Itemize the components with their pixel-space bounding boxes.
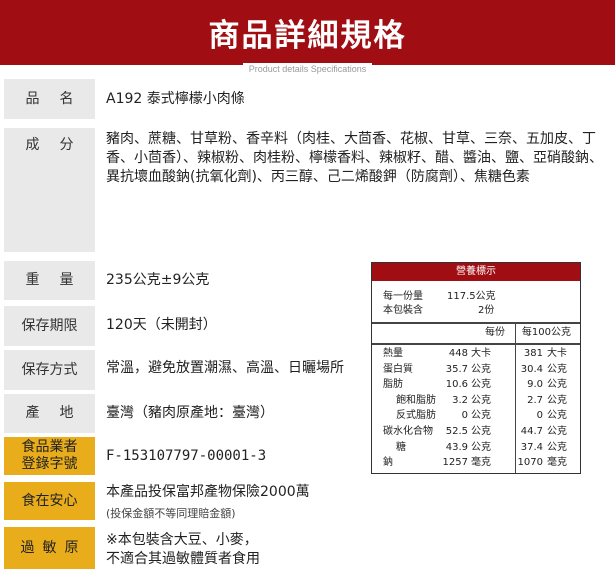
per-100g-value: 44.7 bbox=[520, 426, 543, 437]
per-100g-value: 9.0 bbox=[527, 379, 543, 391]
weight-label: 重量 bbox=[4, 261, 95, 300]
serving-size-value: 117.5公克 bbox=[447, 291, 496, 302]
servings-value: 2份 bbox=[478, 305, 495, 316]
shelf-life-label: 保存期限 bbox=[4, 306, 95, 346]
serving-size-label: 每一份量 bbox=[383, 291, 423, 302]
per-serving-unit: 公克 bbox=[471, 379, 491, 391]
per-100g-unit: 大卡 bbox=[547, 348, 567, 359]
nutrition-facts-panel: 營養標示 每一份量 117.5公克 本包裝含 2份 每份 每100公克 熱量 44… bbox=[371, 262, 581, 474]
per-100g-unit: 毫克 bbox=[547, 457, 567, 469]
ingredients-label-text: 成分 bbox=[25, 137, 94, 153]
allergen-line: ※本包裝含大豆、小麥， bbox=[106, 532, 258, 548]
allergen-label: 過敏原 bbox=[4, 527, 95, 569]
nutrition-row: 蛋白質 35.7 公克 30.4 公克 bbox=[372, 363, 580, 376]
name-label-text: 品名 bbox=[25, 90, 94, 107]
per-serving-value: 0 bbox=[461, 410, 468, 422]
nutrient-name: 飽和脂肪 bbox=[396, 394, 436, 406]
nutrient-name: 糖 bbox=[396, 441, 406, 453]
name-label: 品名 bbox=[4, 79, 95, 119]
allergen-line: 不適合其過敏體質者食用 bbox=[106, 551, 260, 567]
nutrient-name: 脂肪 bbox=[383, 379, 403, 391]
ingredients-label: 成分 bbox=[4, 128, 95, 252]
insurance-text: 本產品投保富邦產物保險2000萬 (投保金額不等同理賠金額) bbox=[106, 483, 310, 523]
page-title: 商品詳細規格 bbox=[208, 18, 407, 54]
insurance-note: (投保金額不等同理賠金額) bbox=[106, 507, 236, 520]
storage-value: 常溫，避免放置潮濕、高溫、日曬場所 bbox=[106, 360, 344, 376]
nutrition-row: 糖 43.9 公克 37.4 公克 bbox=[372, 441, 580, 454]
ingredients-line: 豬肉、蔗糖、甘草粉、香辛料（肉桂、大茴香、花椒、甘草、三奈、五加皮、丁 bbox=[106, 131, 596, 147]
nutrition-row: 反式脂肪 0 公克 0 公克 bbox=[372, 409, 580, 422]
nutrition-divider bbox=[372, 322, 580, 324]
per-100g-value: 2.7 bbox=[527, 394, 543, 406]
origin-label: 產地 bbox=[4, 394, 95, 433]
per-100g-value: 0 bbox=[536, 410, 543, 422]
registration-label-line: 登錄字號 bbox=[21, 456, 78, 472]
per-serving-value: 10.6 bbox=[445, 379, 468, 391]
per-100g-value: 1070 bbox=[517, 457, 543, 469]
nutrition-row: 鈉 1257 毫克 1070 毫克 bbox=[372, 456, 580, 469]
per-serving-unit: 公克 bbox=[471, 426, 491, 437]
nutrition-column-header: 每份 每100公克 bbox=[372, 326, 580, 339]
header-banner: 商品詳細規格 bbox=[0, 0, 615, 62]
header-subtitle-wrap: Product details Specifications bbox=[0, 57, 615, 76]
nutrient-name: 鈉 bbox=[383, 457, 393, 469]
origin-value: 臺灣（豬肉原產地：臺灣） bbox=[106, 405, 274, 421]
per-100g-value: 381 bbox=[523, 348, 543, 359]
per-100g-value: 30.4 bbox=[520, 363, 543, 375]
nutrient-name: 熱量 bbox=[383, 348, 403, 359]
nutrition-row: 熱量 448 大卡 381 大卡 bbox=[372, 347, 580, 360]
ingredients-line: 香、小茴香）、辣椒粉、肉桂粉、檸檬香料、辣椒籽、醋、醬油、鹽、亞硝酸鈉、 bbox=[106, 150, 603, 166]
insurance-value: 本產品投保富邦產物保險2000萬 bbox=[106, 484, 310, 500]
weight-value: 235公克±9公克 bbox=[106, 272, 210, 288]
per-serving-value: 52.5 bbox=[445, 426, 468, 437]
nutrition-row: 飽和脂肪 3.2 公克 2.7 公克 bbox=[372, 394, 580, 407]
per-serving-value: 43.9 bbox=[445, 441, 468, 453]
serving-size-row: 每一份量 117.5公克 bbox=[372, 290, 580, 303]
shelf-life-value: 120天（未開封） bbox=[106, 317, 217, 333]
nutrition-row: 碳水化合物 52.5 公克 44.7 公克 bbox=[372, 425, 580, 438]
per-serving-value: 1257 bbox=[442, 457, 468, 469]
per-serving-unit: 公克 bbox=[471, 441, 491, 453]
per-serving-unit: 公克 bbox=[471, 363, 491, 375]
nutrient-name: 反式脂肪 bbox=[396, 410, 436, 422]
col-per-serving: 每份 bbox=[485, 327, 505, 338]
nutrient-name: 蛋白質 bbox=[383, 363, 413, 375]
insurance-label: 食在安心 bbox=[4, 482, 95, 520]
registration-label-line: 食品業者 bbox=[21, 439, 78, 455]
nutrition-row: 脂肪 10.6 公克 9.0 公克 bbox=[372, 378, 580, 391]
per-100g-unit: 公克 bbox=[547, 379, 567, 391]
per-100g-unit: 公克 bbox=[547, 426, 567, 437]
servings-row: 本包裝含 2份 bbox=[372, 304, 580, 317]
per-100g-unit: 公克 bbox=[547, 394, 567, 406]
allergen-text: ※本包裝含大豆、小麥， 不適合其過敏體質者食用 bbox=[106, 531, 260, 569]
nutrition-header-divider bbox=[515, 322, 516, 343]
per-100g-unit: 公克 bbox=[547, 410, 567, 422]
page-subtitle: Product details Specifications bbox=[242, 63, 373, 75]
per-serving-value: 35.7 bbox=[445, 363, 468, 375]
weight-label-text: 重量 bbox=[25, 272, 94, 288]
registration-number: F-153107797-00001-3 bbox=[106, 448, 267, 464]
per-100g-value: 37.4 bbox=[520, 441, 543, 453]
nutrition-divider bbox=[372, 343, 580, 345]
per-serving-value: 3.2 bbox=[452, 394, 468, 406]
origin-label-text: 產地 bbox=[25, 405, 94, 421]
per-serving-value: 448 bbox=[448, 348, 468, 359]
ingredients-text: 豬肉、蔗糖、甘草粉、香辛料（肉桂、大茴香、花椒、甘草、三奈、五加皮、丁 香、小茴… bbox=[106, 130, 603, 187]
per-serving-unit: 公克 bbox=[471, 410, 491, 422]
storage-label: 保存方式 bbox=[4, 350, 95, 390]
per-100g-unit: 公克 bbox=[547, 441, 567, 453]
per-serving-unit: 毫克 bbox=[471, 457, 491, 469]
nutrient-name: 碳水化合物 bbox=[383, 426, 433, 437]
per-serving-unit: 公克 bbox=[471, 394, 491, 406]
per-serving-unit: 大卡 bbox=[471, 348, 491, 359]
registration-label: 食品業者 登錄字號 bbox=[4, 437, 95, 475]
ingredients-line: 異抗壞血酸鈉(抗氧化劑)、丙三醇、己二烯酸鉀（防腐劑）、焦糖色素 bbox=[106, 169, 530, 185]
nutrition-title: 營養標示 bbox=[372, 263, 580, 281]
product-name: A192 泰式檸檬小肉條 bbox=[106, 91, 245, 107]
per-100g-unit: 公克 bbox=[547, 363, 567, 375]
servings-label: 本包裝含 bbox=[383, 305, 423, 316]
allergen-label-text: 過敏原 bbox=[20, 539, 87, 556]
col-per-100g: 每100公克 bbox=[521, 327, 571, 338]
